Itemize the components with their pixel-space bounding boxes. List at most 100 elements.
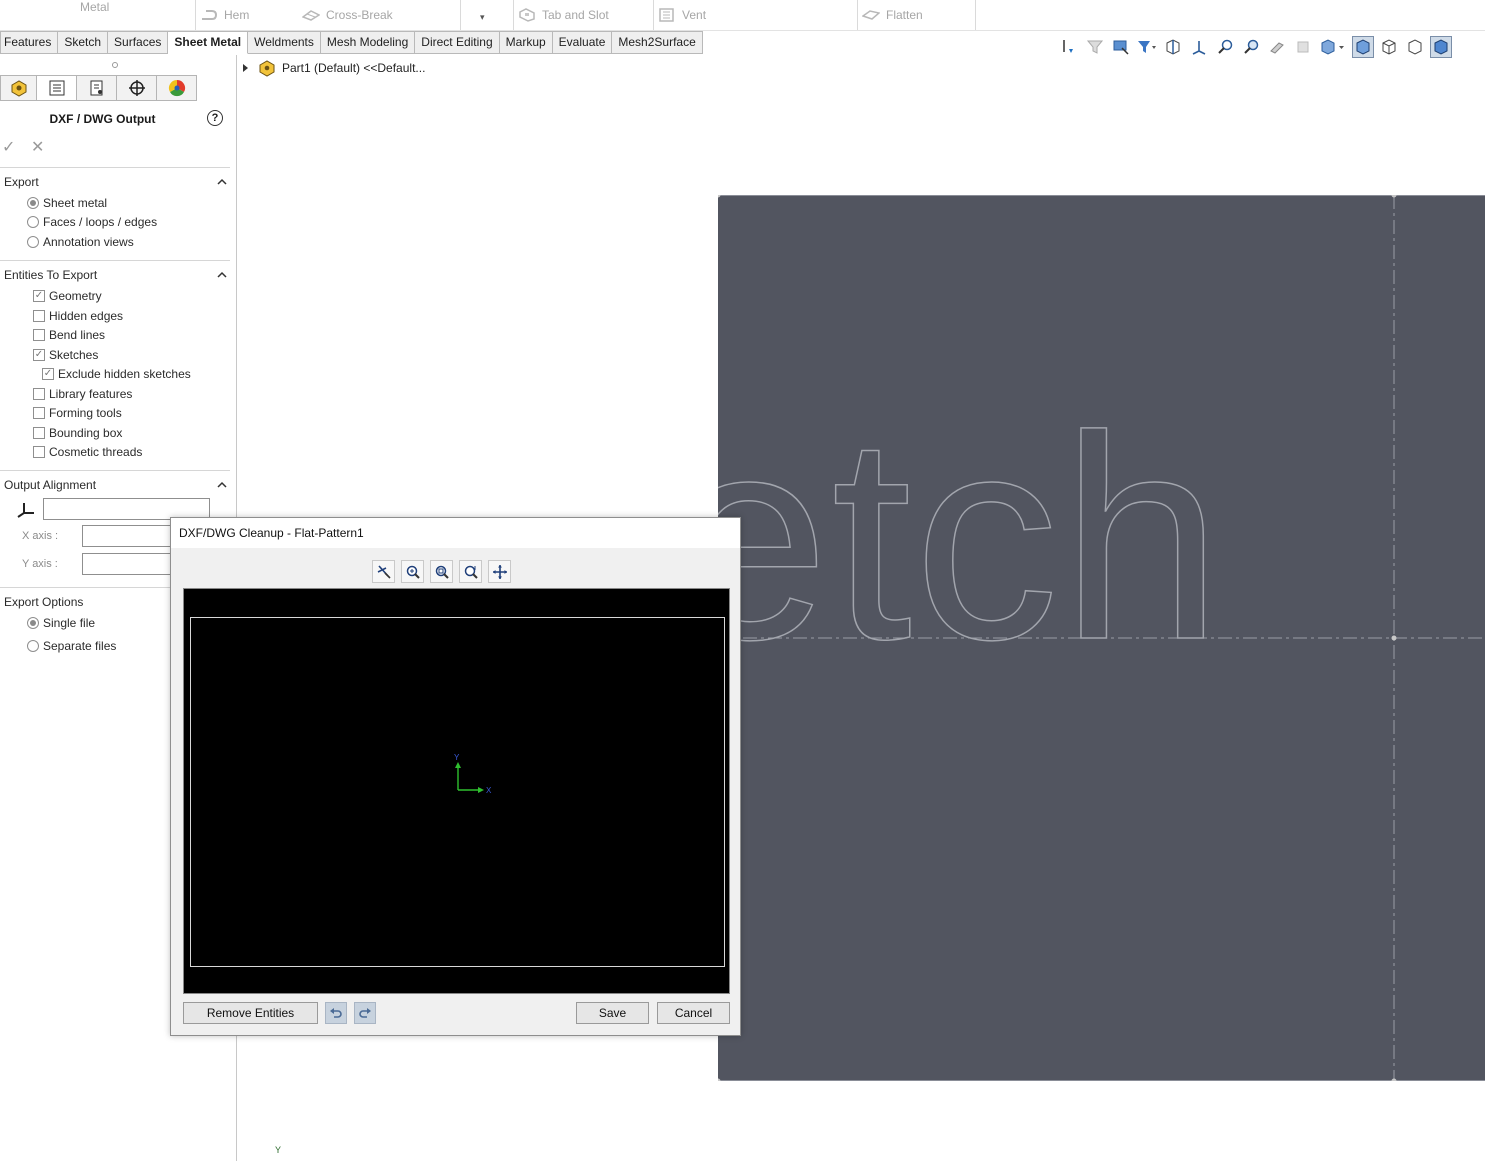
selection-filter-button[interactable] — [1058, 36, 1080, 58]
help-icon[interactable]: ? — [207, 110, 223, 126]
flatten-command[interactable]: Flatten — [862, 0, 923, 30]
checkbox[interactable] — [33, 310, 45, 322]
hem-command[interactable]: Hem — [200, 0, 249, 30]
checkbox[interactable] — [33, 407, 45, 419]
checkbox[interactable] — [33, 446, 45, 458]
chevron-up-icon[interactable] — [216, 269, 228, 281]
checkbox-checked[interactable]: ✓ — [42, 368, 54, 380]
feature-manager-tab[interactable] — [0, 75, 37, 101]
undo-button[interactable] — [325, 1002, 347, 1024]
configuration-manager-tab[interactable] — [77, 75, 117, 101]
remove-entities-button[interactable]: Remove Entities — [183, 1002, 318, 1024]
tab-sheet-metal[interactable]: Sheet Metal — [168, 31, 249, 54]
sheet-metal-flat-pattern[interactable]: etch — [718, 195, 1485, 1081]
checkbox-checked[interactable]: ✓ — [33, 349, 45, 361]
section-divider — [0, 260, 230, 261]
display-style-gray-button[interactable] — [1292, 36, 1314, 58]
entity-forming-tools[interactable]: Forming tools — [33, 406, 122, 420]
cancel-button[interactable]: Cancel — [657, 1002, 730, 1024]
section-view-button[interactable] — [1162, 36, 1184, 58]
redo-icon — [359, 1008, 371, 1018]
zoom-area-button[interactable] — [459, 560, 482, 583]
display-manager-tab[interactable] — [157, 75, 197, 101]
radio-button[interactable] — [27, 236, 39, 248]
flatten-label: Flatten — [886, 8, 923, 22]
zoom-to-fit-button[interactable] — [1214, 36, 1236, 58]
radio-button[interactable] — [27, 640, 39, 652]
ok-check-icon[interactable]: ✓ — [2, 137, 15, 157]
tab-sketch[interactable]: Sketch — [58, 31, 109, 54]
zoom-area-button[interactable] — [1240, 36, 1262, 58]
dimxpert-manager-tab[interactable] — [117, 75, 157, 101]
filter-button[interactable] — [1084, 36, 1106, 58]
entity-sketches[interactable]: ✓ Sketches — [33, 348, 98, 362]
save-button[interactable]: Save — [576, 1002, 649, 1024]
shaded-button[interactable] — [1430, 36, 1452, 58]
redo-button[interactable] — [354, 1002, 376, 1024]
tab-and-slot-command[interactable]: Tab and Slot — [518, 0, 609, 30]
wireframe-button[interactable] — [1378, 36, 1400, 58]
select-entities-button[interactable] — [372, 560, 395, 583]
tab-markup[interactable]: Markup — [499, 31, 553, 54]
expand-arrow-icon[interactable] — [243, 64, 248, 72]
radio-button[interactable] — [27, 617, 39, 629]
tab-weldments[interactable]: Weldments — [248, 31, 321, 54]
chevron-up-icon[interactable] — [216, 176, 228, 188]
export-option-faces-loops-edges[interactable]: Faces / loops / edges — [27, 215, 157, 229]
zoom-in-button[interactable] — [401, 560, 424, 583]
cross-break-icon — [302, 10, 320, 21]
entity-bounding-box[interactable]: Bounding box — [33, 426, 122, 440]
entity-hidden-edges[interactable]: Hidden edges — [33, 309, 123, 323]
tab-direct-editing[interactable]: Direct Editing — [415, 31, 500, 54]
more-dropdown[interactable]: ▾ — [480, 0, 485, 30]
tab-mesh2surface[interactable]: Mesh2Surface — [612, 31, 703, 54]
checkbox[interactable] — [33, 329, 45, 341]
tab-surfaces[interactable]: Surfaces — [108, 31, 169, 54]
alignment-section-heading[interactable]: Output Alignment — [4, 478, 96, 492]
radio-button[interactable] — [27, 197, 39, 209]
vent-command[interactable]: Vent — [658, 0, 706, 30]
pan-button[interactable] — [488, 560, 511, 583]
export-option-sheet-metal[interactable]: Sheet metal — [27, 196, 107, 210]
chevron-up-icon[interactable] — [216, 479, 228, 491]
feature-tree-flyout[interactable]: Part1 (Default) <<Default... — [243, 59, 425, 77]
dxf-preview-canvas[interactable]: Y X — [183, 588, 730, 994]
tab-evaluate[interactable]: Evaluate — [552, 31, 613, 54]
export-option-single-file[interactable]: Single file — [27, 616, 95, 630]
previous-view-button[interactable] — [1266, 36, 1288, 58]
view-settings-dropdown[interactable] — [1318, 36, 1348, 58]
property-manager-tab[interactable] — [37, 75, 77, 101]
dialog-titlebar[interactable]: DXF/DWG Cleanup - Flat-Pattern1 — [171, 518, 740, 548]
entities-section-heading[interactable]: Entities To Export — [4, 268, 97, 282]
tab-mesh-modeling[interactable]: Mesh Modeling — [320, 31, 416, 54]
select-box-button[interactable] — [1110, 36, 1132, 58]
zoom-fit-button[interactable] — [430, 560, 453, 583]
view-orientation-button[interactable] — [1188, 36, 1210, 58]
shaded-with-edges-button[interactable] — [1352, 36, 1374, 58]
entity-bend-lines[interactable]: Bend lines — [33, 328, 105, 342]
selection-filter-dropdown[interactable] — [1136, 36, 1158, 58]
cross-break-command[interactable]: Cross-Break — [302, 0, 393, 30]
panel-grip-handle[interactable] — [112, 62, 118, 68]
checkbox[interactable] — [33, 388, 45, 400]
x-axis-field[interactable] — [82, 525, 172, 547]
export-section-heading[interactable]: Export — [4, 175, 39, 189]
y-axis-field[interactable] — [82, 553, 172, 575]
checkbox[interactable] — [33, 427, 45, 439]
triad-x-label: X — [486, 786, 492, 795]
cancel-x-icon[interactable]: ✕ — [31, 137, 44, 157]
entity-geometry[interactable]: ✓ Geometry — [33, 289, 102, 303]
export-option-separate-files[interactable]: Separate files — [27, 639, 116, 653]
radio-button[interactable] — [27, 216, 39, 228]
export-options-heading[interactable]: Export Options — [4, 595, 83, 609]
tab-features[interactable]: Features — [0, 31, 59, 54]
entity-exclude-hidden-sketches[interactable]: ✓ Exclude hidden sketches — [42, 367, 191, 381]
checkbox-checked[interactable]: ✓ — [33, 290, 45, 302]
option-label: Annotation views — [43, 235, 134, 249]
export-option-annotation-views[interactable]: Annotation views — [27, 235, 134, 249]
metal-command[interactable]: Metal — [80, 0, 109, 22]
hidden-lines-button[interactable] — [1404, 36, 1426, 58]
entity-library-features[interactable]: Library features — [33, 387, 132, 401]
entity-cosmetic-threads[interactable]: Cosmetic threads — [33, 445, 142, 459]
command-separator — [653, 0, 654, 30]
